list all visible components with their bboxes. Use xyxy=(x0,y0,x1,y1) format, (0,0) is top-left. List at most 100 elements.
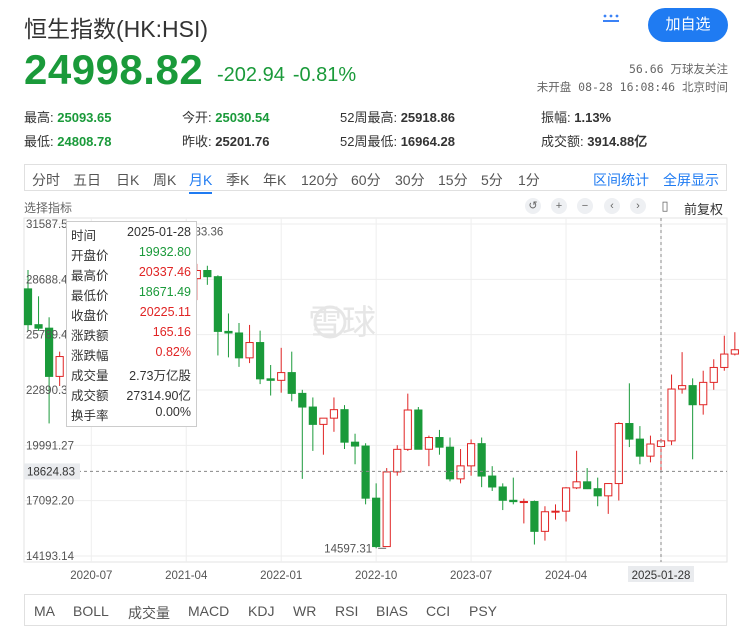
tooltip-key: 涨跌额 xyxy=(71,329,109,343)
candle-2024-01 xyxy=(530,500,539,545)
tooltip-row: 最低价 18671.49 xyxy=(71,285,191,305)
candle-2023-01 xyxy=(403,393,412,451)
tab-wr[interactable]: WR xyxy=(293,603,316,619)
candle-2021-12 xyxy=(266,365,275,396)
candle-body xyxy=(266,378,275,381)
tooltip-key: 成交额 xyxy=(71,389,109,403)
tooltip-value: 2025-01-28 xyxy=(127,225,191,239)
y-tick-label: 17092.20 xyxy=(26,496,74,508)
tooltip-row: 开盘价 19932.80 xyxy=(71,245,191,265)
candle-2023-10 xyxy=(498,483,507,511)
tooltip-row: 最高价 20337.46 xyxy=(71,265,191,285)
candle-body xyxy=(646,443,655,457)
watermark: 雪球 xyxy=(308,304,376,342)
tooltip-key: 收盘价 xyxy=(71,309,109,323)
candle-2024-11 xyxy=(635,426,644,465)
x-tick-label: 2020-07 xyxy=(70,570,112,582)
candle-body xyxy=(287,372,296,394)
candle-2022-01 xyxy=(277,347,286,393)
candle-body xyxy=(583,481,592,490)
candle-body xyxy=(435,437,444,448)
tab-boll[interactable]: BOLL xyxy=(73,603,109,619)
candle-2024-02 xyxy=(540,506,550,541)
tab-psy[interactable]: PSY xyxy=(469,603,497,619)
candle-body xyxy=(329,409,339,419)
candle-2021-10 xyxy=(245,324,254,364)
candle-2021-08 xyxy=(224,313,233,358)
candle-2021-06 xyxy=(203,265,212,285)
candle-2024-08 xyxy=(604,483,613,514)
x-tick-label: 2021-04 xyxy=(165,570,208,582)
tooltip-value: 0.82% xyxy=(155,345,191,359)
tab-kdj[interactable]: KDJ xyxy=(248,603,274,619)
candle-2023-04 xyxy=(435,429,444,455)
candle-body xyxy=(709,366,718,383)
candle-body xyxy=(540,511,550,532)
candle-body xyxy=(424,437,433,450)
tooltip-value: 2.73万亿股 xyxy=(129,369,191,383)
tooltip-row: 时间 2025-01-28 xyxy=(71,225,191,245)
tooltip-value: 18671.49 xyxy=(138,285,191,299)
candle-body xyxy=(23,288,33,326)
candle-body xyxy=(519,501,528,504)
candle-2023-02 xyxy=(414,406,423,450)
tooltip-row: 成交量 2.73万亿股 xyxy=(71,365,191,385)
tooltip-value: 27314.90亿 xyxy=(126,389,191,403)
crosshair-price-label: 18624.83 xyxy=(27,466,75,478)
candle-2023-05 xyxy=(445,437,455,482)
x-tick-label: 2025-01-28 xyxy=(632,570,691,582)
candle-2022-11 xyxy=(382,468,391,548)
candle-2023-07 xyxy=(467,439,476,476)
candle-body xyxy=(635,438,644,457)
candle-2022-09 xyxy=(361,443,370,505)
candle-body xyxy=(277,372,286,381)
x-tick-label: 2024-04 xyxy=(545,570,588,582)
tooltip-value: 20225.11 xyxy=(139,305,191,319)
tab-volume[interactable]: 成交量 xyxy=(128,603,170,623)
tab-bias[interactable]: BIAS xyxy=(376,603,408,619)
tooltip-row: 换手率 0.00% xyxy=(71,405,191,425)
candle-2023-12 xyxy=(519,498,528,524)
annotation-low: 14597.31 xyxy=(324,543,372,555)
tooltip-key: 时间 xyxy=(71,229,97,243)
candle-body xyxy=(467,443,476,467)
tooltip-key: 最低价 xyxy=(71,289,109,303)
candle-2023-03 xyxy=(424,435,433,467)
tab-rsi[interactable]: RSI xyxy=(335,603,358,619)
candle-body xyxy=(234,332,244,359)
candle-body xyxy=(572,481,581,489)
candle-2025-05 xyxy=(699,370,708,415)
candle-body xyxy=(593,488,602,497)
x-tick-label: 2022-10 xyxy=(355,570,397,582)
candle-2023-06 xyxy=(456,448,465,484)
candle-2022-07 xyxy=(340,405,349,449)
candle-2022-08 xyxy=(350,433,360,465)
tab-ma[interactable]: MA xyxy=(34,603,55,619)
candle-2021-09 xyxy=(234,323,244,367)
candle-2024-07 xyxy=(593,477,602,507)
candle-2025-02 xyxy=(667,374,676,446)
y-tick-label: 25789.4 xyxy=(26,330,68,342)
tooltip-value: 165.16 xyxy=(152,325,191,339)
tooltip-value: 19932.80 xyxy=(138,245,191,259)
candle-body xyxy=(55,356,64,377)
candle-body xyxy=(530,501,539,532)
candle-body xyxy=(393,448,402,473)
candle-2024-10 xyxy=(625,383,634,448)
tab-macd[interactable]: MACD xyxy=(188,603,229,619)
candle-body xyxy=(498,486,507,501)
y-tick-label: 22890.3 xyxy=(26,385,68,397)
tab-cci[interactable]: CCI xyxy=(426,603,450,619)
candle-body xyxy=(561,487,571,512)
candle-2022-05 xyxy=(319,417,328,455)
tooltip-row: 收盘价 20225.11 xyxy=(71,305,191,325)
candle-body xyxy=(614,423,623,485)
candle-body xyxy=(604,483,613,497)
candle-body xyxy=(699,381,708,406)
x-axis: 2020-07 2021-04 2022-01 2022-10 2023-07 2024-… xyxy=(70,566,694,582)
candle-body xyxy=(625,423,634,440)
candle-2023-11 xyxy=(509,477,518,505)
y-tick-label: 28688.4 xyxy=(26,274,68,286)
candle-2021-11 xyxy=(256,330,265,385)
tooltip-key: 成交量 xyxy=(71,369,109,383)
